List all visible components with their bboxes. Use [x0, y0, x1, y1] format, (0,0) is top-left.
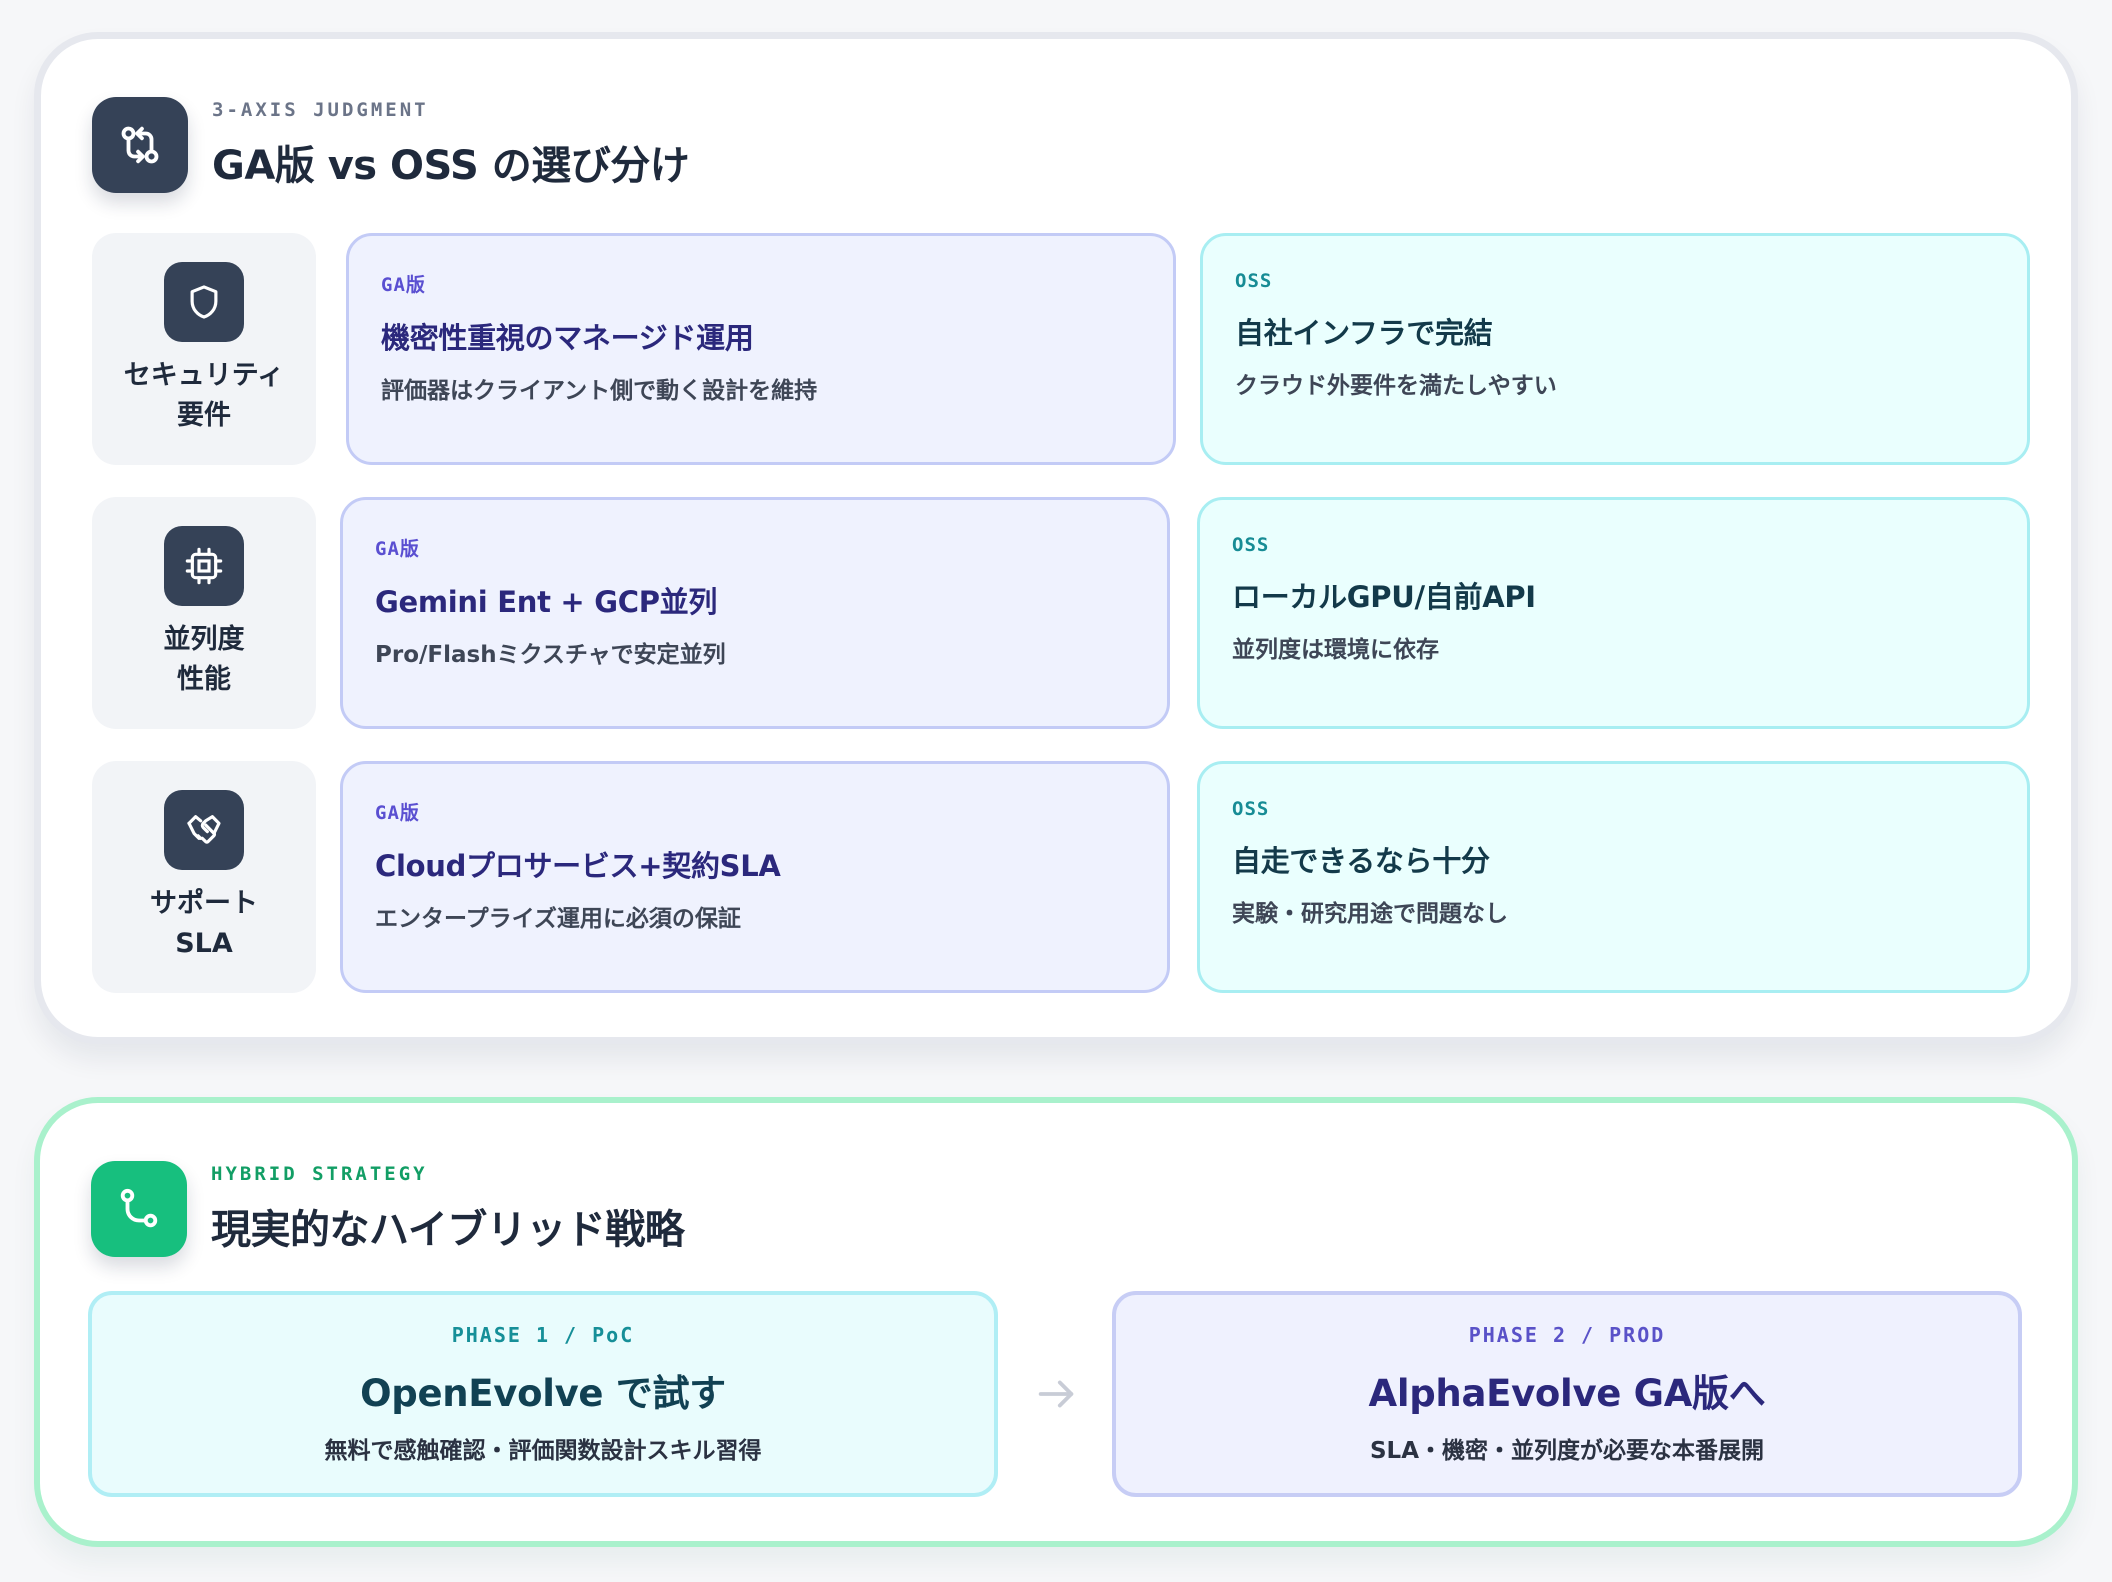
strategy-eyebrow: HYBRID STRATEGY	[211, 1163, 428, 1185]
ga-option-card: GA版 機密性重視のマネージド運用 評価器はクライアント側で動く設計を維持	[346, 233, 1176, 465]
ga-option-card: GA版 Gemini Ent + GCP並列 Pro/Flashミクスチャで安定…	[340, 497, 1170, 729]
phase-2-desc: SLA・機密・並列度が必要な本番展開	[1369, 1438, 1765, 1464]
axis-label: セキュリティ 要件	[123, 360, 285, 431]
ga-tag: GA版	[381, 274, 426, 296]
ga-option-card: GA版 Cloudプロサービス+契約SLA エンタープライズ運用に必須の保証	[340, 761, 1170, 993]
shield-icon	[164, 262, 244, 342]
phase-1-tag: PHASE 1 / PoC	[451, 1323, 635, 1347]
axis-row-security: セキュリティ 要件 GA版 機密性重視のマネージド運用 評価器はクライアント側で…	[41, 233, 2071, 465]
ga-tag: GA版	[375, 538, 420, 560]
oss-option-card: OSS ローカルGPU/自前API 並列度は環境に依存	[1197, 497, 2030, 729]
ga-desc: エンタープライズ運用に必須の保証	[375, 906, 741, 932]
page: 3-AXIS JUDGMENT GA版 vs OSS の選び分け セキュリティ …	[0, 0, 2112, 1582]
ga-desc: 評価器はクライアント側で動く設計を維持	[381, 378, 818, 404]
arrow-right-icon	[1032, 1370, 1080, 1418]
oss-title: ローカルGPU/自前API	[1232, 580, 1536, 614]
strategy-title: 現実的なハイブリッド戦略	[211, 1207, 685, 1253]
oss-tag: OSS	[1232, 798, 1270, 820]
phase-2-card: PHASE 2 / PROD AlphaEvolve GA版へ SLA・機密・並…	[1112, 1291, 2022, 1497]
axis-label: サポート SLA	[150, 888, 258, 959]
axis-cell: サポート SLA	[92, 761, 316, 993]
oss-tag: OSS	[1235, 270, 1273, 292]
oss-title: 自走できるなら十分	[1232, 844, 1490, 878]
phase-1-title: OpenEvolve で試す	[360, 1372, 726, 1415]
oss-option-card: OSS 自社インフラで完結 クラウド外要件を満たしやすい	[1200, 233, 2030, 465]
ga-desc: Pro/Flashミクスチャで安定並列	[375, 642, 726, 668]
oss-title: 自社インフラで完結	[1235, 316, 1493, 350]
oss-option-card: OSS 自走できるなら十分 実験・研究用途で問題なし	[1197, 761, 2030, 993]
oss-desc: クラウド外要件を満たしやすい	[1235, 373, 1557, 399]
oss-tag: OSS	[1232, 534, 1270, 556]
phase-2-tag: PHASE 2 / PROD	[1468, 1323, 1666, 1347]
ga-title: Cloudプロサービス+契約SLA	[375, 849, 781, 883]
git-compare-icon	[92, 97, 188, 193]
handshake-icon	[164, 790, 244, 870]
comparison-eyebrow: 3-AXIS JUDGMENT	[212, 99, 429, 121]
phase-2-title: AlphaEvolve GA版へ	[1368, 1372, 1766, 1415]
phase-1-card: PHASE 1 / PoC OpenEvolve で試す 無料で感触確認・評価関…	[88, 1291, 998, 1497]
oss-desc: 並列度は環境に依存	[1232, 637, 1439, 663]
comparison-title: GA版 vs OSS の選び分け	[212, 143, 690, 189]
strategy-header: HYBRID STRATEGY 現実的なハイブリッド戦略	[91, 1161, 685, 1257]
axis-label: 並列度 性能	[163, 624, 245, 695]
comparison-header: 3-AXIS JUDGMENT GA版 vs OSS の選び分け	[92, 97, 690, 193]
oss-desc: 実験・研究用途で問題なし	[1232, 901, 1508, 927]
ga-title: 機密性重視のマネージド運用	[381, 321, 754, 355]
axis-cell: 並列度 性能	[92, 497, 316, 729]
comparison-card: 3-AXIS JUDGMENT GA版 vs OSS の選び分け セキュリティ …	[34, 32, 2078, 1044]
ga-title: Gemini Ent + GCP並列	[375, 585, 718, 619]
axis-row-performance: 並列度 性能 GA版 Gemini Ent + GCP並列 Pro/Flashミ…	[41, 497, 2071, 729]
axis-row-support: サポート SLA GA版 Cloudプロサービス+契約SLA エンタープライズ運…	[41, 761, 2071, 993]
phase-1-desc: 無料で感触確認・評価関数設計スキル習得	[324, 1438, 762, 1464]
cpu-chip-icon	[164, 526, 244, 606]
ga-tag: GA版	[375, 802, 420, 824]
git-branch-icon	[91, 1161, 187, 1257]
axis-cell: セキュリティ 要件	[92, 233, 316, 465]
